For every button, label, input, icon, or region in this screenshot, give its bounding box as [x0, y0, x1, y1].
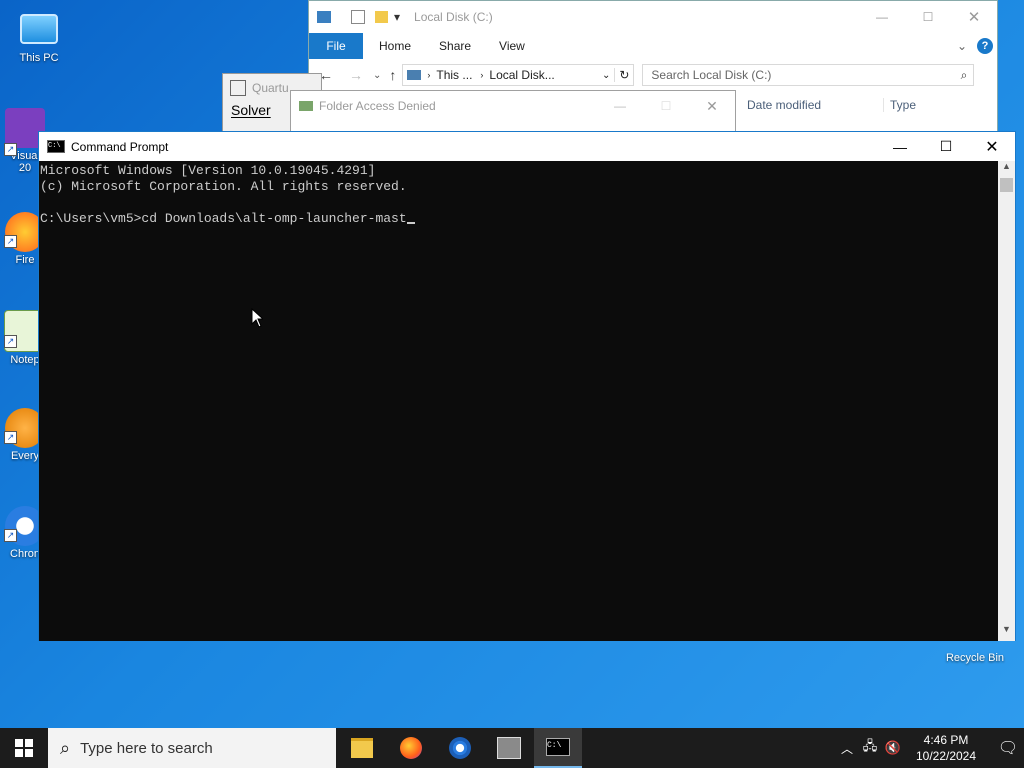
firefox-icon [400, 737, 422, 759]
new-folder-icon[interactable] [375, 11, 388, 23]
shortcut-arrow-icon: ↗ [4, 335, 17, 348]
search-icon: ⌕ [60, 737, 71, 758]
cmd-titlebar: C:\ Command Prompt — ☐ ✕ [39, 132, 1015, 161]
clock[interactable]: 4:46 PM 10/22/2024 [904, 732, 988, 764]
action-center-icon[interactable]: 🗨 [988, 738, 1024, 758]
recent-locations-icon[interactable]: ⌄ [373, 70, 381, 81]
breadcrumb-sep-icon: › [480, 70, 484, 80]
explorer-title: Local Disk (C:) [414, 10, 493, 24]
taskbar-search-placeholder: Type here to search [80, 739, 213, 757]
taskbar-search-box[interactable]: ⌕ Type here to search [48, 728, 336, 768]
mouse-pointer-icon [251, 308, 263, 328]
cmd-scrollbar[interactable]: ▲ ▼ [998, 161, 1015, 641]
cmd-close-button[interactable]: ✕ [969, 132, 1015, 161]
column-type[interactable]: Type [884, 98, 916, 112]
cmd-minimize-button[interactable]: — [877, 132, 923, 161]
drive-icon [407, 70, 422, 80]
system-tray: ︿ 🖧 🔇 4:46 PM 10/22/2024 🗨 [836, 728, 1024, 768]
shortcut-arrow-icon: ↗ [4, 431, 17, 444]
command-prompt-window[interactable]: C:\ Command Prompt — ☐ ✕ Microsoft Windo… [38, 131, 1016, 641]
explorer-search-box[interactable]: Search Local Disk (C:) ⌕ [642, 64, 975, 86]
customize-qat-icon[interactable]: ▾ [394, 10, 400, 24]
expand-ribbon-icon[interactable]: ⌄ [957, 39, 967, 53]
fad-minimize-button[interactable]: — [597, 99, 643, 113]
explorer-search-placeholder: Search Local Disk (C:) [651, 68, 772, 82]
fad-maximize-button[interactable]: ☐ [643, 99, 689, 113]
search-icon: ⌕ [960, 67, 968, 82]
folder-access-denied-dialog[interactable]: Folder Access Denied — ☐ ✕ [290, 90, 736, 135]
text-cursor [406, 222, 415, 224]
console-input[interactable]: C:\Users\vm5>cd Downloads\alt-omp-launch… [40, 211, 407, 226]
this-pc-icon [20, 14, 58, 44]
explorer-app-icon [317, 11, 331, 23]
fad-close-button[interactable]: ✕ [689, 98, 735, 115]
fad-titlebar: Folder Access Denied — ☐ ✕ [291, 91, 735, 121]
forward-icon[interactable]: → [349, 67, 363, 83]
minimize-button[interactable]: — [859, 10, 905, 24]
volume-muted-icon[interactable]: 🔇 [882, 740, 904, 756]
desktop-icon-label: This PC [19, 52, 59, 64]
close-button[interactable]: ✕ [951, 8, 997, 26]
cmd-console[interactable]: Microsoft Windows [Version 10.0.19045.42… [39, 161, 999, 641]
shortcut-arrow-icon: ↗ [4, 529, 17, 542]
fad-title: Folder Access Denied [319, 99, 436, 113]
network-icon[interactable]: 🖧 [858, 737, 882, 759]
cmd-title: Command Prompt [71, 139, 169, 154]
taskbar-command-prompt[interactable]: C:\ [534, 728, 582, 768]
show-hidden-icons-icon[interactable]: ︿ [836, 740, 858, 757]
up-icon[interactable]: ↑ [389, 67, 396, 83]
windows-logo-icon [15, 739, 33, 757]
shortcut-arrow-icon: ↗ [4, 143, 17, 156]
taskbar-chrome[interactable] [436, 728, 484, 768]
address-bar[interactable]: › This ... › Local Disk... ⌄ ↻ [402, 64, 635, 86]
explorer-titlebar: ▾ Local Disk (C:) — ☐ ✕ [309, 1, 997, 33]
tab-home[interactable]: Home [365, 39, 425, 53]
cmd-icon: C:\ [546, 738, 570, 756]
scroll-down-icon[interactable]: ▼ [998, 624, 1015, 641]
breadcrumb-local-disk[interactable]: Local Disk... [489, 68, 554, 82]
quartus-title: Quartu [252, 81, 289, 95]
clock-date: 10/22/2024 [915, 749, 977, 763]
console-prompt-line[interactable]: C:\Users\vm5>cd Downloads\alt-omp-launch… [40, 211, 999, 227]
tab-file[interactable]: File [309, 33, 363, 59]
tab-view[interactable]: View [485, 39, 539, 53]
tab-share[interactable]: Share [425, 39, 485, 53]
explorer-address-row: ← → ⌄ ↑ › This ... › Local Disk... ⌄ ↻ S… [309, 59, 997, 91]
explorer-ribbon: File Home Share View ⌄ ? [309, 33, 997, 59]
breadcrumb-sep-icon: › [427, 70, 431, 80]
cmd-maximize-button[interactable]: ☐ [923, 132, 969, 161]
maximize-button[interactable]: ☐ [905, 10, 951, 24]
console-line: Microsoft Windows [Version 10.0.19045.42… [40, 163, 376, 178]
scroll-up-icon[interactable]: ▲ [998, 161, 1015, 178]
help-icon[interactable]: ? [977, 38, 993, 54]
folder-icon [351, 738, 373, 758]
taskbar-quartus[interactable] [485, 728, 533, 768]
quartus-icon [497, 737, 521, 759]
folder-access-icon [299, 101, 313, 111]
scroll-thumb[interactable] [1000, 178, 1013, 192]
console-line: (c) Microsoft Corporation. All rights re… [40, 179, 407, 194]
quartus-app-icon [230, 80, 246, 96]
address-dropdown-icon[interactable]: ⌄ [602, 70, 610, 81]
desktop-icon-label: Recycle Bin [945, 652, 1005, 664]
explorer-column-headers: Date modified Type [737, 91, 997, 119]
desktop-icon-this-pc[interactable]: This PC [4, 10, 74, 64]
shortcut-arrow-icon: ↗ [4, 235, 17, 248]
chrome-icon [449, 737, 471, 759]
start-button[interactable] [0, 728, 48, 768]
refresh-icon[interactable]: ↻ [614, 68, 633, 82]
column-date-modified[interactable]: Date modified [737, 98, 884, 112]
taskbar-file-explorer[interactable] [338, 728, 386, 768]
taskbar: ⌕ Type here to search C:\ ︿ 🖧 🔇 4:46 PM … [0, 728, 1024, 768]
clock-time: 4:46 PM [923, 733, 969, 747]
cmd-app-icon: C:\ [47, 140, 65, 153]
breadcrumb-this-pc[interactable]: This ... [436, 68, 472, 82]
properties-icon[interactable] [351, 10, 365, 24]
taskbar-firefox[interactable] [387, 728, 435, 768]
desktop-icon-recycle-bin[interactable]: Recycle Bin [940, 640, 1010, 664]
